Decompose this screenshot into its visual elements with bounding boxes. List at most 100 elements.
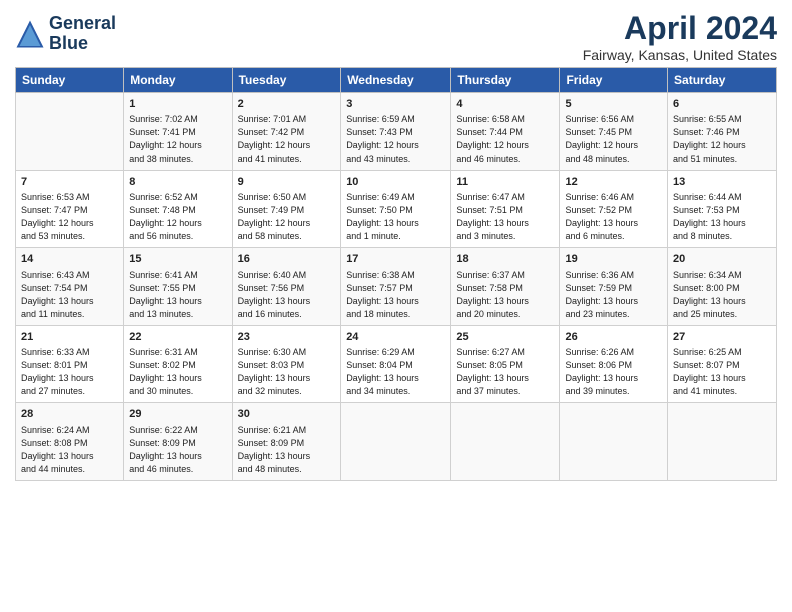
day-number: 8 bbox=[129, 175, 226, 190]
day-info: Sunrise: 6:37 AM Sunset: 7:58 PM Dayligh… bbox=[456, 269, 554, 321]
day-number: 13 bbox=[673, 175, 771, 190]
day-cell: 15Sunrise: 6:41 AM Sunset: 7:55 PM Dayli… bbox=[124, 248, 232, 326]
week-row-4: 21Sunrise: 6:33 AM Sunset: 8:01 PM Dayli… bbox=[16, 325, 777, 403]
day-info: Sunrise: 6:59 AM Sunset: 7:43 PM Dayligh… bbox=[346, 113, 445, 165]
day-number: 16 bbox=[238, 252, 336, 267]
day-number: 28 bbox=[21, 407, 118, 422]
day-cell bbox=[451, 403, 560, 481]
logo-line2: Blue bbox=[49, 33, 88, 53]
day-cell: 12Sunrise: 6:46 AM Sunset: 7:52 PM Dayli… bbox=[560, 170, 668, 248]
day-info: Sunrise: 6:58 AM Sunset: 7:44 PM Dayligh… bbox=[456, 113, 554, 165]
day-cell: 20 Sunrise: 6:34 AM Sunset: 8:00 PM Dayli… bbox=[668, 248, 777, 326]
day-cell: 18 Sunrise: 6:37 AM Sunset: 7:58 PM Dayli… bbox=[451, 248, 560, 326]
day-cell: 1Sunrise: 7:02 AM Sunset: 7:41 PM Daylig… bbox=[124, 93, 232, 171]
header-row: SundayMondayTuesdayWednesdayThursdayFrid… bbox=[16, 68, 777, 93]
day-cell: 17 Sunrise: 6:38 AM Sunset: 7:57 PM Dayli… bbox=[341, 248, 451, 326]
day-number: 14 bbox=[21, 252, 118, 267]
day-cell: 10Sunrise: 6:49 AM Sunset: 7:50 PM Dayli… bbox=[341, 170, 451, 248]
day-info: Sunrise: 6:22 AM Sunset: 8:09 PM Dayligh… bbox=[129, 424, 226, 476]
day-cell: 27Sunrise: 6:25 AM Sunset: 8:07 PM Dayli… bbox=[668, 325, 777, 403]
day-cell: 11Sunrise: 6:47 AM Sunset: 7:51 PM Dayli… bbox=[451, 170, 560, 248]
day-number: 15 bbox=[129, 252, 226, 267]
day-number: 20 bbox=[673, 252, 771, 267]
day-number: 10 bbox=[346, 175, 445, 190]
week-row-2: 7Sunrise: 6:53 AM Sunset: 7:47 PM Daylig… bbox=[16, 170, 777, 248]
day-cell: 3Sunrise: 6:59 AM Sunset: 7:43 PM Daylig… bbox=[341, 93, 451, 171]
col-header-tuesday: Tuesday bbox=[232, 68, 341, 93]
day-cell: 29 Sunrise: 6:22 AM Sunset: 8:09 PM Dayli… bbox=[124, 403, 232, 481]
day-number: 29 bbox=[129, 407, 226, 422]
main-title: April 2024 bbox=[583, 10, 777, 47]
day-number: 27 bbox=[673, 330, 771, 345]
day-info: Sunrise: 6:52 AM Sunset: 7:48 PM Dayligh… bbox=[129, 191, 226, 243]
day-number: 17 bbox=[346, 252, 445, 267]
col-header-friday: Friday bbox=[560, 68, 668, 93]
day-number: 12 bbox=[565, 175, 662, 190]
col-header-thursday: Thursday bbox=[451, 68, 560, 93]
col-header-saturday: Saturday bbox=[668, 68, 777, 93]
day-info: Sunrise: 6:33 AM Sunset: 8:01 PM Dayligh… bbox=[21, 346, 118, 398]
day-cell bbox=[668, 403, 777, 481]
day-info: Sunrise: 6:40 AM Sunset: 7:56 PM Dayligh… bbox=[238, 269, 336, 321]
day-info: Sunrise: 6:38 AM Sunset: 7:57 PM Dayligh… bbox=[346, 269, 445, 321]
day-cell: 6Sunrise: 6:55 AM Sunset: 7:46 PM Daylig… bbox=[668, 93, 777, 171]
day-cell bbox=[16, 93, 124, 171]
day-cell: 28 Sunrise: 6:24 AM Sunset: 8:08 PM Dayli… bbox=[16, 403, 124, 481]
header: General Blue April 2024 Fairway, Kansas,… bbox=[15, 10, 777, 63]
day-info: Sunrise: 6:49 AM Sunset: 7:50 PM Dayligh… bbox=[346, 191, 445, 243]
day-info: Sunrise: 6:24 AM Sunset: 8:08 PM Dayligh… bbox=[21, 424, 118, 476]
day-number: 23 bbox=[238, 330, 336, 345]
day-cell: 14 Sunrise: 6:43 AM Sunset: 7:54 PM Dayli… bbox=[16, 248, 124, 326]
week-row-3: 14 Sunrise: 6:43 AM Sunset: 7:54 PM Dayli… bbox=[16, 248, 777, 326]
day-info: Sunrise: 6:25 AM Sunset: 8:07 PM Dayligh… bbox=[673, 346, 771, 398]
day-number: 11 bbox=[456, 175, 554, 190]
day-cell: 19 Sunrise: 6:36 AM Sunset: 7:59 PM Dayli… bbox=[560, 248, 668, 326]
day-cell: 25Sunrise: 6:27 AM Sunset: 8:05 PM Dayli… bbox=[451, 325, 560, 403]
day-cell: 24Sunrise: 6:29 AM Sunset: 8:04 PM Dayli… bbox=[341, 325, 451, 403]
day-cell: 21Sunrise: 6:33 AM Sunset: 8:01 PM Dayli… bbox=[16, 325, 124, 403]
col-header-sunday: Sunday bbox=[16, 68, 124, 93]
day-number: 1 bbox=[129, 97, 226, 112]
day-number: 9 bbox=[238, 175, 336, 190]
day-info: Sunrise: 6:46 AM Sunset: 7:52 PM Dayligh… bbox=[565, 191, 662, 243]
day-number: 26 bbox=[565, 330, 662, 345]
day-cell: 2Sunrise: 7:01 AM Sunset: 7:42 PM Daylig… bbox=[232, 93, 341, 171]
day-number: 3 bbox=[346, 97, 445, 112]
day-info: Sunrise: 6:21 AM Sunset: 8:09 PM Dayligh… bbox=[238, 424, 336, 476]
day-number: 18 bbox=[456, 252, 554, 267]
day-cell: 5Sunrise: 6:56 AM Sunset: 7:45 PM Daylig… bbox=[560, 93, 668, 171]
day-cell bbox=[560, 403, 668, 481]
day-number: 6 bbox=[673, 97, 771, 112]
day-cell: 9Sunrise: 6:50 AM Sunset: 7:49 PM Daylig… bbox=[232, 170, 341, 248]
day-number: 19 bbox=[565, 252, 662, 267]
day-cell: 7Sunrise: 6:53 AM Sunset: 7:47 PM Daylig… bbox=[16, 170, 124, 248]
subtitle: Fairway, Kansas, United States bbox=[583, 47, 777, 63]
day-info: Sunrise: 6:26 AM Sunset: 8:06 PM Dayligh… bbox=[565, 346, 662, 398]
day-number: 7 bbox=[21, 175, 118, 190]
logo: General Blue bbox=[15, 14, 116, 54]
day-info: Sunrise: 7:01 AM Sunset: 7:42 PM Dayligh… bbox=[238, 113, 336, 165]
logo-icon bbox=[15, 19, 45, 49]
day-number: 2 bbox=[238, 97, 336, 112]
day-info: Sunrise: 6:36 AM Sunset: 7:59 PM Dayligh… bbox=[565, 269, 662, 321]
main-container: General Blue April 2024 Fairway, Kansas,… bbox=[0, 0, 792, 486]
day-info: Sunrise: 6:31 AM Sunset: 8:02 PM Dayligh… bbox=[129, 346, 226, 398]
day-number: 5 bbox=[565, 97, 662, 112]
day-number: 21 bbox=[21, 330, 118, 345]
day-info: Sunrise: 6:56 AM Sunset: 7:45 PM Dayligh… bbox=[565, 113, 662, 165]
logo-text: General Blue bbox=[49, 14, 116, 54]
day-cell: 26Sunrise: 6:26 AM Sunset: 8:06 PM Dayli… bbox=[560, 325, 668, 403]
day-cell: 13Sunrise: 6:44 AM Sunset: 7:53 PM Dayli… bbox=[668, 170, 777, 248]
day-info: Sunrise: 6:34 AM Sunset: 8:00 PM Dayligh… bbox=[673, 269, 771, 321]
day-cell: 23Sunrise: 6:30 AM Sunset: 8:03 PM Dayli… bbox=[232, 325, 341, 403]
day-info: Sunrise: 6:43 AM Sunset: 7:54 PM Dayligh… bbox=[21, 269, 118, 321]
day-info: Sunrise: 6:50 AM Sunset: 7:49 PM Dayligh… bbox=[238, 191, 336, 243]
day-cell bbox=[341, 403, 451, 481]
day-info: Sunrise: 6:27 AM Sunset: 8:05 PM Dayligh… bbox=[456, 346, 554, 398]
col-header-wednesday: Wednesday bbox=[341, 68, 451, 93]
day-number: 4 bbox=[456, 97, 554, 112]
day-number: 24 bbox=[346, 330, 445, 345]
day-cell: 16 Sunrise: 6:40 AM Sunset: 7:56 PM Dayli… bbox=[232, 248, 341, 326]
week-row-1: 1Sunrise: 7:02 AM Sunset: 7:41 PM Daylig… bbox=[16, 93, 777, 171]
day-info: Sunrise: 6:53 AM Sunset: 7:47 PM Dayligh… bbox=[21, 191, 118, 243]
